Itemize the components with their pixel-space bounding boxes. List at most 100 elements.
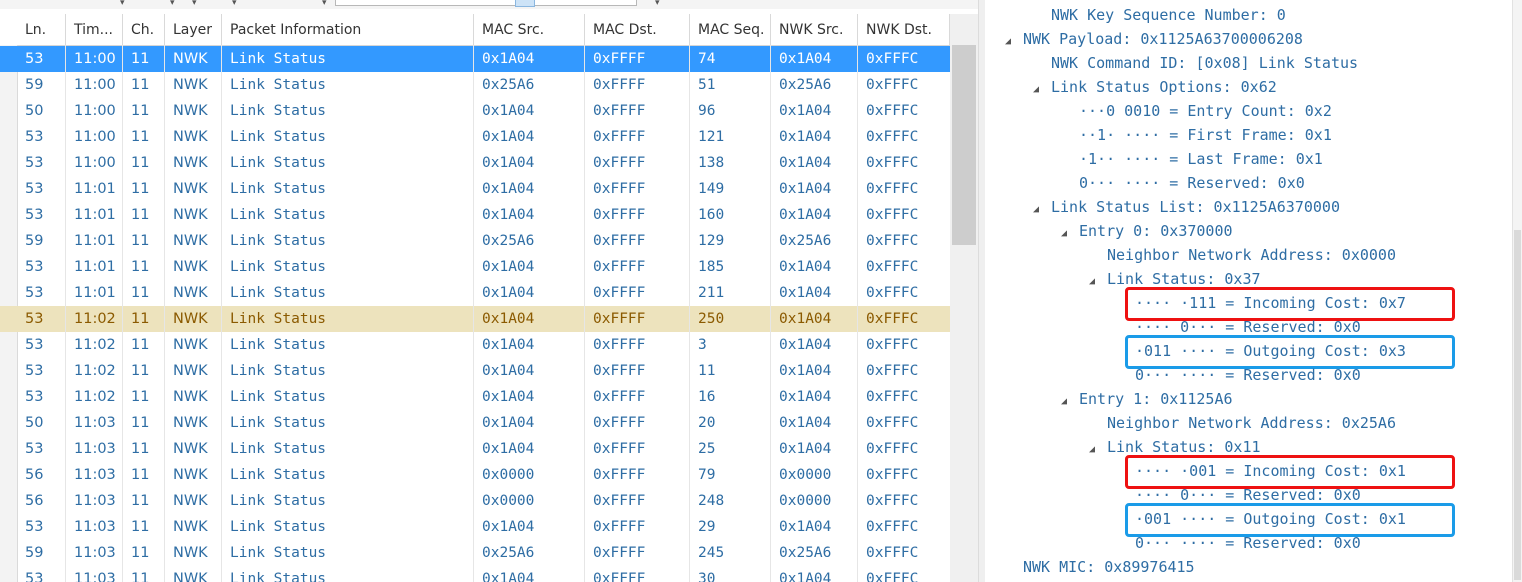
cell-nwk-src: 0x1A04 [779,285,832,301]
cell-ln: 53 [25,389,44,405]
cell-ln: 53 [25,441,44,457]
cell-mac-src: 0x1A04 [482,571,535,582]
table-row[interactable]: 50 11:00 11 NWK Link Status 0x1A04 0xFFFF 96 0x1… [0,98,950,124]
cell-nwk-dst: 0xFFFC [866,415,919,431]
cell-nwk-src: 0x1A04 [779,181,832,197]
tree-node[interactable]: ··1· ···· = First Frame: 0x1 [1079,123,1332,147]
cell-nwk-src: 0x1A04 [779,337,832,353]
cell-channel: 11 [131,519,150,535]
tree-node-expandable[interactable]: ◢ Link Status Options: 0x62 [1033,75,1277,99]
table-row[interactable]: 53 11:01 11 NWK Link Status 0x1A04 0xFFFF 149 0x… [0,176,950,202]
pane-splitter[interactable] [978,0,985,582]
cell-mac-dst: 0xFFFF [593,259,646,275]
cell-mac-dst: 0xFFFF [593,337,646,353]
table-row[interactable]: 53 11:00 11 NWK Link Status 0x1A04 0xFFFF 138 0x… [0,150,950,176]
expand-triangle-icon[interactable]: ◢ [1089,270,1107,294]
dropdown-caret-icon[interactable]: ▾ [322,0,327,8]
column-header-mac-src[interactable]: MAC Src. [474,14,585,45]
cell-layer: NWK [173,389,208,405]
cell-channel: 11 [131,103,150,119]
cell-layer: NWK [173,285,208,301]
column-header-channel[interactable]: Ch. [123,14,165,45]
tree-node[interactable]: ·1·· ···· = Last Frame: 0x1 [1079,147,1323,171]
table-row[interactable]: 53 11:03 11 NWK Link Status 0x1A04 0xFFFF 30 0x1… [0,566,950,582]
column-header-nwk-dst[interactable]: NWK Dst. [858,14,950,45]
table-row-marked[interactable]: 53 11:02 11 NWK Link Status 0x1A04 0xFFFF 250 0x… [0,306,950,332]
tree-node[interactable]: 0··· ···· = Reserved: 0x0 [1135,531,1361,555]
expand-triangle-icon[interactable]: ◢ [1005,30,1023,54]
column-header-mac-dst[interactable]: MAC Dst. [585,14,690,45]
column-header-ln[interactable]: Ln. [17,14,66,45]
cell-mac-src: 0x1A04 [482,285,535,301]
tree-node-label: Link Status Options: 0x62 [1051,78,1277,96]
dropdown-caret-icon[interactable]: ▾ [192,0,197,8]
dropdown-caret-icon[interactable]: ▾ [232,0,237,8]
expand-triangle-icon[interactable]: ◢ [1089,438,1107,462]
tree-node[interactable]: 0··· ···· = Reserved: 0x0 [1079,171,1305,195]
table-row[interactable]: 59 11:03 11 NWK Link Status 0x25A6 0xFFFF 245 0x… [0,540,950,566]
packet-list-scrollbar-thumb[interactable] [952,45,976,245]
dropdown-caret-icon[interactable]: ▾ [120,0,125,8]
table-row-selected[interactable]: 53 11:00 11 NWK Link Status 0x1A04 0xFFFF 74 0x1… [0,46,950,72]
cell-info: Link Status [230,519,327,535]
cell-ln: 53 [25,207,44,223]
table-row[interactable]: 59 11:01 11 NWK Link Status 0x25A6 0xFFFF 129 0x… [0,228,950,254]
tree-node[interactable]: 0··· ···· = Reserved: 0x0 [1135,363,1361,387]
dropdown-caret-icon[interactable]: ▾ [655,0,660,8]
cell-nwk-src: 0x1A04 [779,441,832,457]
cell-mac-src: 0x1A04 [482,519,535,535]
decode-tree-pane: NWK Key Sequence Number: 0 ◢ NWK Payload: … [985,0,1522,582]
tree-node[interactable]: NWK Key Sequence Number: 0 [1051,3,1286,27]
cell-layer: NWK [173,259,208,275]
table-row[interactable]: 53 11:02 11 NWK Link Status 0x1A04 0xFFFF 16 0x1… [0,384,950,410]
tree-node-expandable[interactable]: ◢ NWK Payload: 0x1125A63700006208 [1005,27,1303,51]
tree-node[interactable]: Neighbor Network Address: 0x0000 [1107,243,1396,267]
table-row[interactable]: 53 11:01 11 NWK Link Status 0x1A04 0xFFFF 160 0x… [0,202,950,228]
cell-nwk-dst: 0xFFFC [866,233,919,249]
table-row[interactable]: 53 11:03 11 NWK Link Status 0x1A04 0xFFFF 25 0x1… [0,436,950,462]
cell-info: Link Status [230,181,327,197]
tree-node[interactable]: ···0 0010 = Entry Count: 0x2 [1079,99,1332,123]
tree-node-expandable[interactable]: ◢ Link Status List: 0x1125A6370000 [1033,195,1340,219]
tree-node[interactable]: NWK MIC: 0x89976415 [1023,555,1195,579]
cell-layer: NWK [173,129,208,145]
column-header-time[interactable]: Tim... [66,14,123,45]
table-row[interactable]: 56 11:03 11 NWK Link Status 0x0000 0xFFFF 79 0x0… [0,462,950,488]
expand-triangle-icon[interactable]: ◢ [1033,78,1051,102]
expand-triangle-icon[interactable]: ◢ [1061,390,1079,414]
tree-node-expandable[interactable]: ◢ Entry 0: 0x370000 [1061,219,1233,243]
table-row[interactable]: 59 11:00 11 NWK Link Status 0x25A6 0xFFFF 51 0x2… [0,72,950,98]
cell-mac-seq: 74 [698,51,716,67]
column-divider [584,45,585,582]
expand-triangle-icon[interactable]: ◢ [1061,222,1079,246]
cell-mac-dst: 0xFFFF [593,103,646,119]
cell-mac-src: 0x25A6 [482,545,535,561]
tree-node-expandable[interactable]: ◢ Entry 1: 0x1125A6 [1061,387,1233,411]
toolbar-button[interactable] [515,0,535,7]
column-header-nwk-src[interactable]: NWK Src. [771,14,858,45]
cell-mac-dst: 0xFFFF [593,389,646,405]
table-row[interactable]: 53 11:00 11 NWK Link Status 0x1A04 0xFFFF 121 0x… [0,124,950,150]
cell-nwk-dst: 0xFFFC [866,77,919,93]
table-row[interactable]: 56 11:03 11 NWK Link Status 0x0000 0xFFFF 248 0x… [0,488,950,514]
table-row[interactable]: 53 11:01 11 NWK Link Status 0x1A04 0xFFFF 211 0x… [0,280,950,306]
column-header-mac-seq[interactable]: MAC Seq. [690,14,771,45]
dropdown-caret-icon[interactable]: ▾ [170,0,175,8]
tree-node[interactable]: NWK Command ID: [0x08] Link Status [1051,51,1358,75]
table-row[interactable]: 50 11:03 11 NWK Link Status 0x1A04 0xFFFF 20 0x1… [0,410,950,436]
table-row[interactable]: 53 11:01 11 NWK Link Status 0x1A04 0xFFFF 185 0x… [0,254,950,280]
column-header-info[interactable]: Packet Information [222,14,474,45]
cell-time: 11:01 [74,259,116,275]
table-row[interactable]: 53 11:03 11 NWK Link Status 0x1A04 0xFFFF 29 0x1… [0,514,950,540]
table-row[interactable]: 53 11:02 11 NWK Link Status 0x1A04 0xFFFF 11 0x1… [0,358,950,384]
decode-tree-scrollbar-thumb[interactable] [1514,230,1521,580]
tree-node[interactable]: Neighbor Network Address: 0x25A6 [1107,411,1396,435]
table-row[interactable]: 53 11:02 11 NWK Link Status 0x1A04 0xFFFF 3 0x1A… [0,332,950,358]
column-header-layer[interactable]: Layer [165,14,222,45]
cell-nwk-src: 0x1A04 [779,311,832,327]
cell-mac-seq: 51 [698,77,716,93]
cell-nwk-dst: 0xFFFC [866,129,919,145]
expand-triangle-icon[interactable]: ◢ [1033,198,1051,222]
cell-nwk-dst: 0xFFFC [866,311,919,327]
filter-input[interactable] [335,0,637,6]
